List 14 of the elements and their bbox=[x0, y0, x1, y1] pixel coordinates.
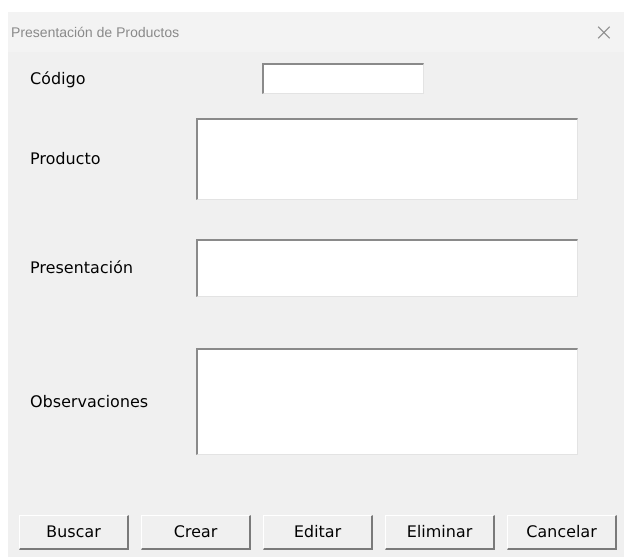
text-area[interactable] bbox=[196, 348, 578, 455]
dialog-button[interactable]: Cancelar bbox=[507, 515, 617, 550]
text-area[interactable] bbox=[196, 239, 578, 297]
field-label: Presentación bbox=[30, 257, 134, 279]
field-label: Producto bbox=[30, 148, 102, 170]
dialog-button[interactable]: Editar bbox=[263, 515, 373, 550]
text-area[interactable] bbox=[196, 118, 578, 200]
dialog-button[interactable]: Eliminar bbox=[385, 515, 495, 550]
dialog-button[interactable]: Buscar bbox=[19, 515, 129, 550]
field-label: Observaciones bbox=[30, 390, 150, 412]
field-label: Código bbox=[30, 68, 87, 90]
dialog-button[interactable]: Crear bbox=[141, 515, 251, 550]
text-field[interactable] bbox=[262, 63, 424, 94]
window-title: Presentación de Productos bbox=[11, 22, 180, 42]
